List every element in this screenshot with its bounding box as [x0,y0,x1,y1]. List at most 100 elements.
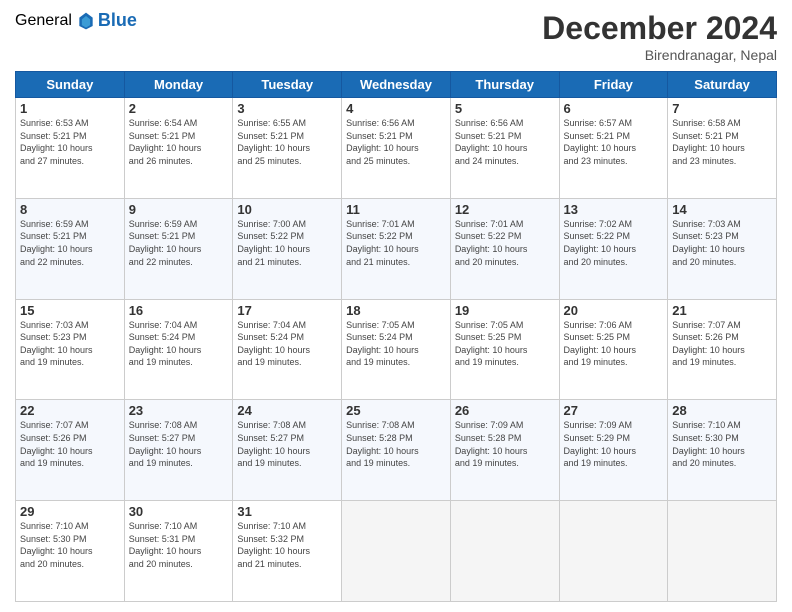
header: General Blue December 2024 Birendranagar… [15,10,777,63]
day-number: 30 [129,504,229,519]
day-info: Sunrise: 7:08 AMSunset: 5:27 PMDaylight:… [129,420,202,468]
table-row: 8 Sunrise: 6:59 AMSunset: 5:21 PMDayligh… [16,198,125,299]
day-number: 25 [346,403,446,418]
calendar-row: 1 Sunrise: 6:53 AMSunset: 5:21 PMDayligh… [16,98,777,199]
day-number: 15 [20,303,120,318]
day-info: Sunrise: 6:57 AMSunset: 5:21 PMDaylight:… [564,118,637,166]
table-row [559,501,668,602]
day-info: Sunrise: 6:54 AMSunset: 5:21 PMDaylight:… [129,118,202,166]
day-number: 9 [129,202,229,217]
table-row: 21 Sunrise: 7:07 AMSunset: 5:26 PMDaylig… [668,299,777,400]
table-row: 24 Sunrise: 7:08 AMSunset: 5:27 PMDaylig… [233,400,342,501]
table-row: 11 Sunrise: 7:01 AMSunset: 5:22 PMDaylig… [342,198,451,299]
day-info: Sunrise: 7:01 AMSunset: 5:22 PMDaylight:… [455,219,528,267]
day-info: Sunrise: 7:08 AMSunset: 5:28 PMDaylight:… [346,420,419,468]
table-row: 18 Sunrise: 7:05 AMSunset: 5:24 PMDaylig… [342,299,451,400]
table-row: 12 Sunrise: 7:01 AMSunset: 5:22 PMDaylig… [450,198,559,299]
day-number: 5 [455,101,555,116]
table-row: 31 Sunrise: 7:10 AMSunset: 5:32 PMDaylig… [233,501,342,602]
day-info: Sunrise: 7:01 AMSunset: 5:22 PMDaylight:… [346,219,419,267]
day-info: Sunrise: 6:58 AMSunset: 5:21 PMDaylight:… [672,118,745,166]
table-row [450,501,559,602]
day-info: Sunrise: 7:04 AMSunset: 5:24 PMDaylight:… [129,320,202,368]
logo-icon [76,11,96,31]
logo-blue: Blue [98,10,137,31]
day-number: 21 [672,303,772,318]
day-number: 28 [672,403,772,418]
day-number: 8 [20,202,120,217]
day-number: 12 [455,202,555,217]
table-row: 9 Sunrise: 6:59 AMSunset: 5:21 PMDayligh… [124,198,233,299]
day-info: Sunrise: 7:00 AMSunset: 5:22 PMDaylight:… [237,219,310,267]
day-number: 20 [564,303,664,318]
day-number: 11 [346,202,446,217]
day-number: 19 [455,303,555,318]
table-row: 3 Sunrise: 6:55 AMSunset: 5:21 PMDayligh… [233,98,342,199]
month-title: December 2024 [542,10,777,47]
day-number: 24 [237,403,337,418]
table-row: 17 Sunrise: 7:04 AMSunset: 5:24 PMDaylig… [233,299,342,400]
table-row: 7 Sunrise: 6:58 AMSunset: 5:21 PMDayligh… [668,98,777,199]
table-row: 6 Sunrise: 6:57 AMSunset: 5:21 PMDayligh… [559,98,668,199]
day-number: 7 [672,101,772,116]
day-number: 27 [564,403,664,418]
day-info: Sunrise: 6:59 AMSunset: 5:21 PMDaylight:… [129,219,202,267]
table-row: 25 Sunrise: 7:08 AMSunset: 5:28 PMDaylig… [342,400,451,501]
day-number: 14 [672,202,772,217]
table-row: 2 Sunrise: 6:54 AMSunset: 5:21 PMDayligh… [124,98,233,199]
day-info: Sunrise: 6:55 AMSunset: 5:21 PMDaylight:… [237,118,310,166]
day-info: Sunrise: 6:56 AMSunset: 5:21 PMDaylight:… [455,118,528,166]
table-row: 26 Sunrise: 7:09 AMSunset: 5:28 PMDaylig… [450,400,559,501]
day-info: Sunrise: 6:56 AMSunset: 5:21 PMDaylight:… [346,118,419,166]
day-info: Sunrise: 7:10 AMSunset: 5:30 PMDaylight:… [672,420,745,468]
calendar-row: 8 Sunrise: 6:59 AMSunset: 5:21 PMDayligh… [16,198,777,299]
col-wednesday: Wednesday [342,72,451,98]
day-info: Sunrise: 7:08 AMSunset: 5:27 PMDaylight:… [237,420,310,468]
col-sunday: Sunday [16,72,125,98]
col-monday: Monday [124,72,233,98]
day-info: Sunrise: 7:05 AMSunset: 5:25 PMDaylight:… [455,320,528,368]
day-info: Sunrise: 7:07 AMSunset: 5:26 PMDaylight:… [20,420,93,468]
day-info: Sunrise: 7:10 AMSunset: 5:31 PMDaylight:… [129,521,202,569]
table-row: 16 Sunrise: 7:04 AMSunset: 5:24 PMDaylig… [124,299,233,400]
table-row: 19 Sunrise: 7:05 AMSunset: 5:25 PMDaylig… [450,299,559,400]
table-row [668,501,777,602]
table-row: 14 Sunrise: 7:03 AMSunset: 5:23 PMDaylig… [668,198,777,299]
day-number: 26 [455,403,555,418]
day-info: Sunrise: 7:03 AMSunset: 5:23 PMDaylight:… [20,320,93,368]
day-info: Sunrise: 7:10 AMSunset: 5:30 PMDaylight:… [20,521,93,569]
day-info: Sunrise: 7:10 AMSunset: 5:32 PMDaylight:… [237,521,310,569]
table-row: 30 Sunrise: 7:10 AMSunset: 5:31 PMDaylig… [124,501,233,602]
day-number: 29 [20,504,120,519]
day-info: Sunrise: 7:09 AMSunset: 5:29 PMDaylight:… [564,420,637,468]
table-row: 13 Sunrise: 7:02 AMSunset: 5:22 PMDaylig… [559,198,668,299]
day-number: 2 [129,101,229,116]
day-info: Sunrise: 7:04 AMSunset: 5:24 PMDaylight:… [237,320,310,368]
table-row: 15 Sunrise: 7:03 AMSunset: 5:23 PMDaylig… [16,299,125,400]
logo-text: General Blue [15,10,137,31]
day-info: Sunrise: 7:09 AMSunset: 5:28 PMDaylight:… [455,420,528,468]
day-info: Sunrise: 7:07 AMSunset: 5:26 PMDaylight:… [672,320,745,368]
table-row: 23 Sunrise: 7:08 AMSunset: 5:27 PMDaylig… [124,400,233,501]
day-number: 3 [237,101,337,116]
table-row: 22 Sunrise: 7:07 AMSunset: 5:26 PMDaylig… [16,400,125,501]
table-row: 28 Sunrise: 7:10 AMSunset: 5:30 PMDaylig… [668,400,777,501]
day-number: 4 [346,101,446,116]
title-section: December 2024 Birendranagar, Nepal [542,10,777,63]
day-number: 6 [564,101,664,116]
col-saturday: Saturday [668,72,777,98]
day-number: 13 [564,202,664,217]
table-row: 5 Sunrise: 6:56 AMSunset: 5:21 PMDayligh… [450,98,559,199]
day-info: Sunrise: 7:03 AMSunset: 5:23 PMDaylight:… [672,219,745,267]
day-info: Sunrise: 6:53 AMSunset: 5:21 PMDaylight:… [20,118,93,166]
calendar-row: 22 Sunrise: 7:07 AMSunset: 5:26 PMDaylig… [16,400,777,501]
day-number: 22 [20,403,120,418]
calendar-header-row: Sunday Monday Tuesday Wednesday Thursday… [16,72,777,98]
calendar: Sunday Monday Tuesday Wednesday Thursday… [15,71,777,602]
table-row [342,501,451,602]
day-number: 23 [129,403,229,418]
day-info: Sunrise: 6:59 AMSunset: 5:21 PMDaylight:… [20,219,93,267]
day-info: Sunrise: 7:02 AMSunset: 5:22 PMDaylight:… [564,219,637,267]
table-row: 20 Sunrise: 7:06 AMSunset: 5:25 PMDaylig… [559,299,668,400]
day-number: 1 [20,101,120,116]
